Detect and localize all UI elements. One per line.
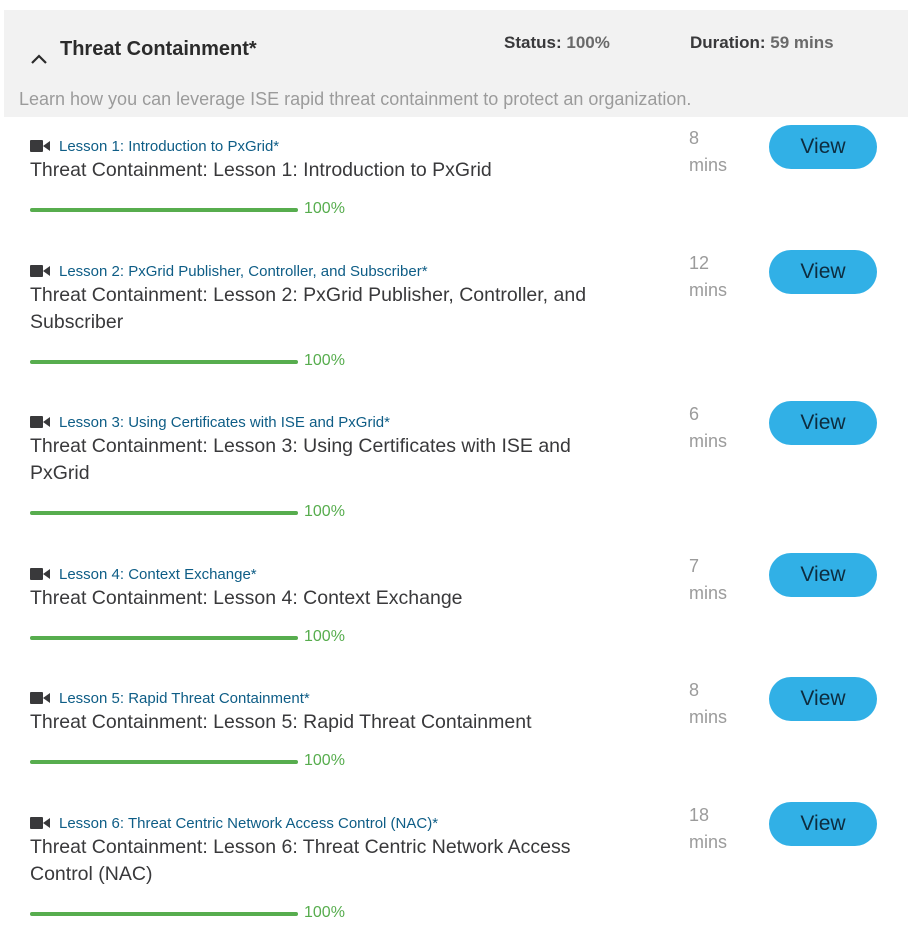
progress-bar	[30, 912, 298, 916]
lesson-title: Threat Containment: Lesson 5: Rapid Thre…	[30, 711, 532, 733]
duration-value: 59 mins	[770, 33, 834, 52]
video-camera-icon	[30, 140, 50, 152]
duration-number: 12	[689, 253, 710, 273]
module-status: Status: 100%	[504, 33, 610, 53]
lesson-duration: 18 mins	[689, 802, 727, 856]
video-camera-icon	[30, 568, 50, 580]
progress-bar	[30, 760, 298, 764]
duration-unit: mins	[689, 583, 728, 603]
status-label: Status:	[504, 33, 562, 52]
duration-unit: mins	[689, 155, 728, 175]
view-button[interactable]: View	[769, 250, 877, 294]
progress-percent: 100%	[304, 628, 345, 645]
module-duration: Duration: 59 mins	[690, 33, 834, 53]
lesson-duration: 8 mins	[689, 677, 727, 731]
progress-fill	[30, 360, 298, 364]
lesson-duration: 7 mins	[689, 553, 727, 607]
duration-number: 8	[689, 128, 700, 148]
lesson-link[interactable]: Lesson 6: Threat Centric Network Access …	[59, 815, 438, 832]
lesson-link[interactable]: Lesson 4: Context Exchange*	[59, 566, 257, 583]
lesson-duration: 12 mins	[689, 250, 727, 304]
collapse-toggle[interactable]	[28, 48, 50, 70]
video-camera-icon	[30, 692, 50, 704]
progress-percent: 100%	[304, 503, 345, 520]
view-button[interactable]: View	[769, 553, 877, 597]
view-button[interactable]: View	[769, 401, 877, 445]
duration-number: 6	[689, 404, 700, 424]
progress-fill	[30, 912, 298, 916]
progress-fill	[30, 511, 298, 515]
progress-bar	[30, 208, 298, 212]
progress-fill	[30, 636, 298, 640]
module-title: Threat Containment*	[60, 38, 257, 60]
lesson-link[interactable]: Lesson 1: Introduction to PxGrid*	[59, 138, 279, 155]
lesson-duration: 8 mins	[689, 125, 727, 179]
module-description: Learn how you can leverage ISE rapid thr…	[19, 89, 692, 109]
duration-unit: mins	[689, 707, 728, 727]
lesson-duration: 6 mins	[689, 401, 727, 455]
progress-fill	[30, 208, 298, 212]
progress-percent: 100%	[304, 352, 345, 369]
progress-bar	[30, 360, 298, 364]
view-button[interactable]: View	[769, 125, 877, 169]
lesson-title: Threat Containment: Lesson 2: PxGrid Pub…	[30, 284, 587, 333]
progress-fill	[30, 760, 298, 764]
lesson-link[interactable]: Lesson 3: Using Certificates with ISE an…	[59, 414, 390, 431]
view-button[interactable]: View	[769, 677, 877, 721]
view-button[interactable]: View	[769, 802, 877, 846]
status-value: 100%	[566, 33, 610, 52]
lesson-title: Threat Containment: Lesson 1: Introducti…	[30, 159, 492, 181]
progress-percent: 100%	[304, 200, 345, 217]
video-camera-icon	[30, 265, 50, 277]
progress-percent: 100%	[304, 752, 345, 769]
duration-unit: mins	[689, 431, 728, 451]
lesson-title: Threat Containment: Lesson 4: Context Ex…	[30, 587, 463, 609]
chevron-up-icon	[31, 54, 47, 64]
duration-number: 8	[689, 680, 700, 700]
module-header: Threat Containment* Status: 100% Duratio…	[4, 10, 908, 117]
lesson-title: Threat Containment: Lesson 3: Using Cert…	[30, 435, 571, 484]
video-camera-icon	[30, 817, 50, 829]
duration-label: Duration:	[690, 33, 766, 52]
progress-bar	[30, 636, 298, 640]
lesson-title: Threat Containment: Lesson 6: Threat Cen…	[30, 836, 571, 885]
duration-number: 7	[689, 556, 700, 576]
progress-percent: 100%	[304, 904, 345, 921]
duration-number: 18	[689, 805, 710, 825]
progress-bar	[30, 511, 298, 515]
video-camera-icon	[30, 416, 50, 428]
lesson-link[interactable]: Lesson 2: PxGrid Publisher, Controller, …	[59, 263, 428, 280]
lesson-link[interactable]: Lesson 5: Rapid Threat Containment*	[59, 690, 310, 707]
duration-unit: mins	[689, 280, 728, 300]
duration-unit: mins	[689, 832, 728, 852]
